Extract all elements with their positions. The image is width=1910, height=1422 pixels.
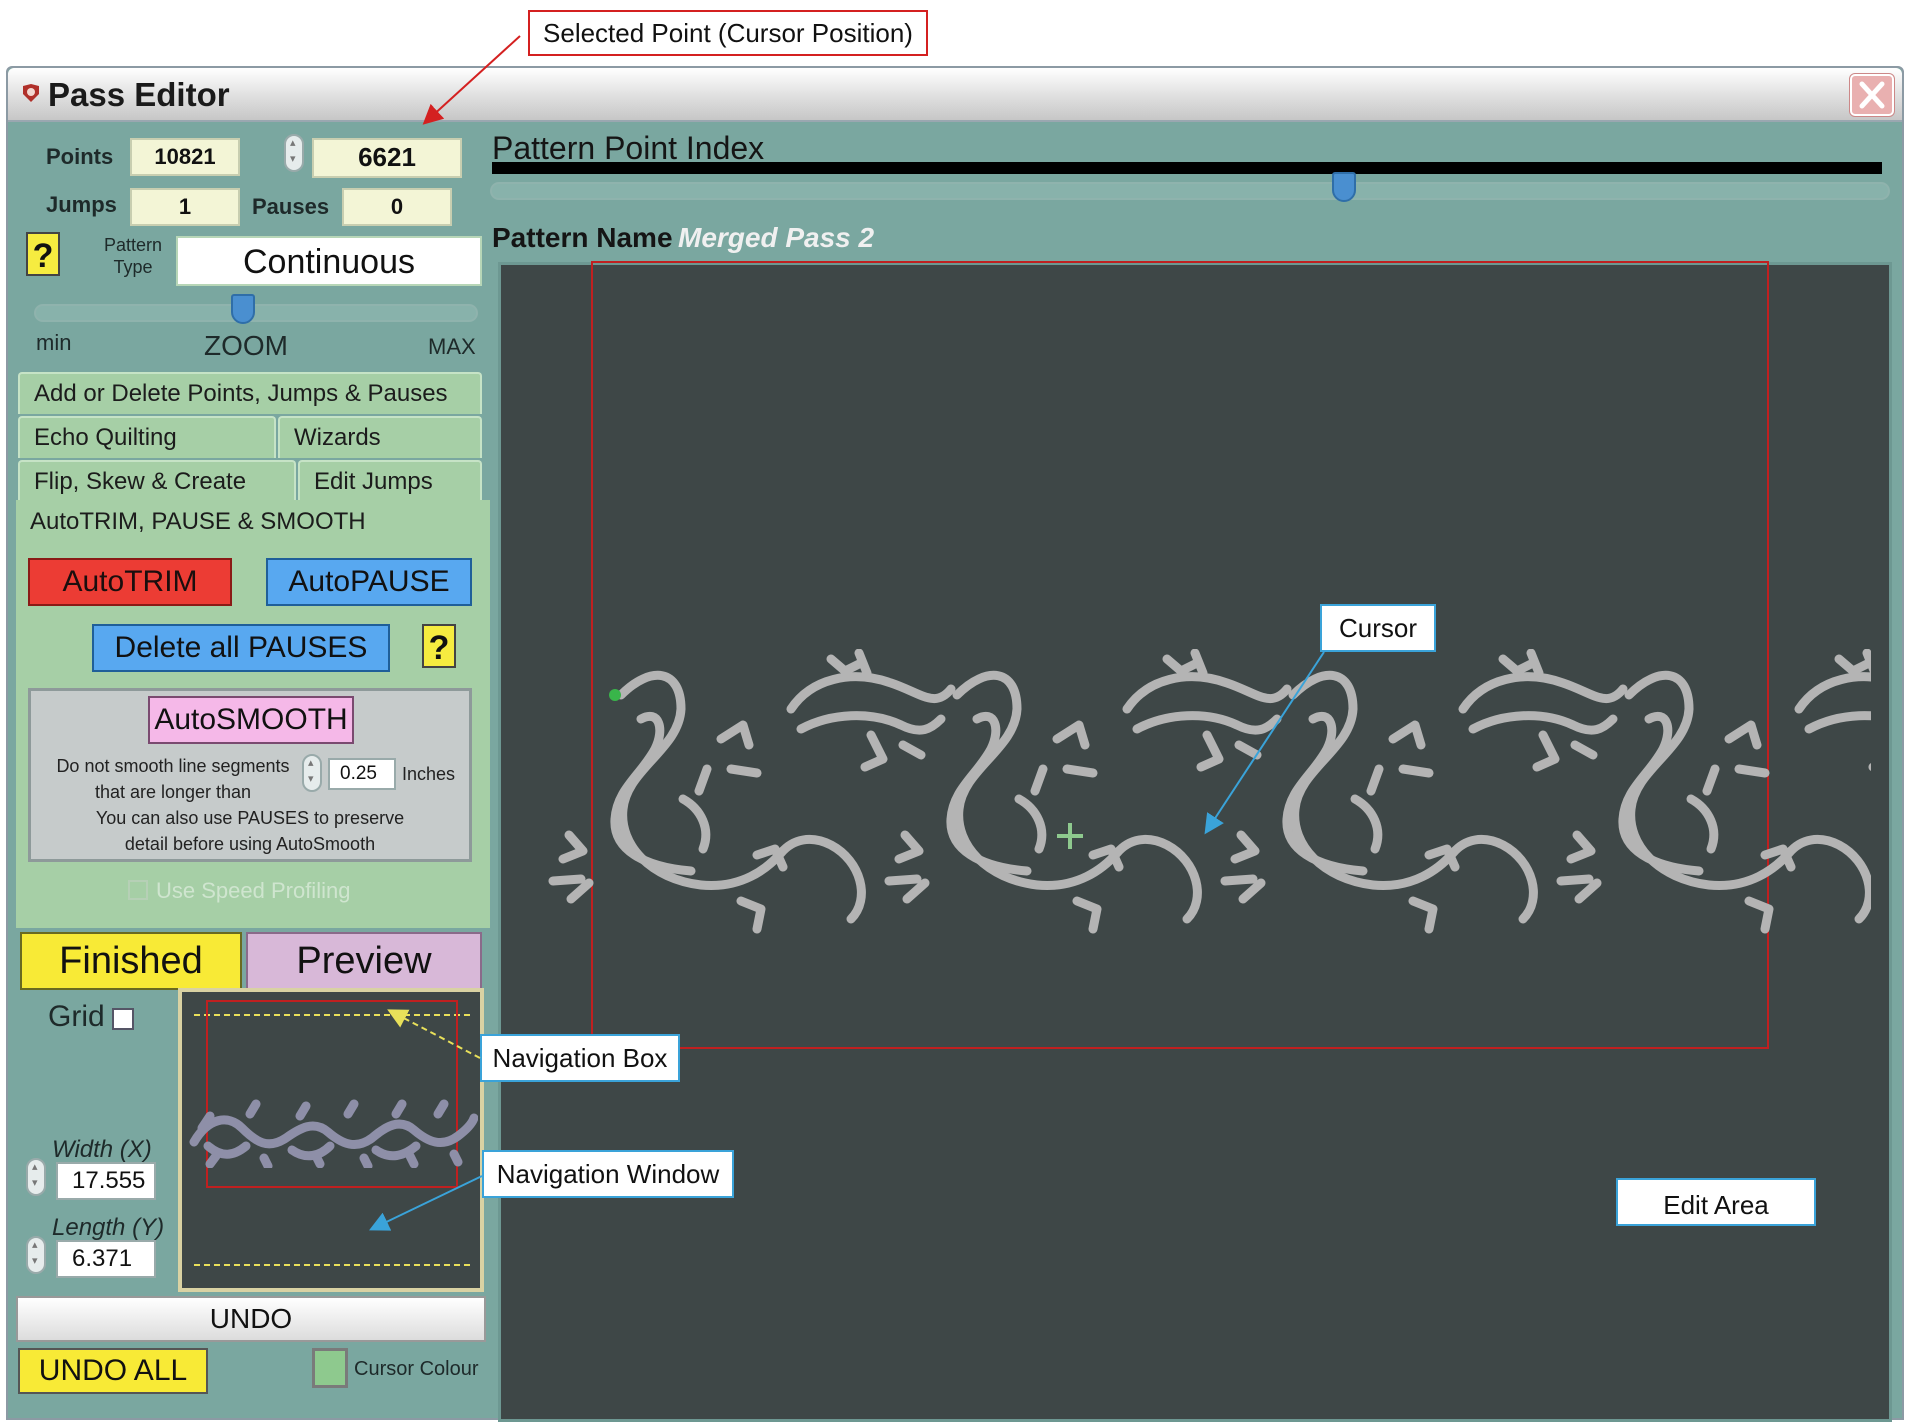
- delete-all-pauses-button[interactable]: Delete all PAUSES: [92, 624, 390, 672]
- tab-add-delete-points[interactable]: Add or Delete Points, Jumps & Pauses: [18, 372, 482, 414]
- selected-point-callout: Selected Point (Cursor Position): [528, 10, 928, 56]
- length-input[interactable]: 6.371: [56, 1240, 156, 1278]
- navigation-window[interactable]: [178, 988, 484, 1292]
- zoom-max-label: MAX: [428, 334, 476, 359]
- tab-wizards[interactable]: Wizards: [278, 416, 482, 458]
- autosmooth-button[interactable]: AutoSMOOTH: [148, 696, 354, 744]
- points-value: 10821: [130, 138, 240, 176]
- nav-pattern-thumbnail: [189, 1099, 478, 1168]
- pauses-label: Pauses: [252, 194, 330, 219]
- selected-point-field[interactable]: 6621: [312, 138, 462, 178]
- tab-autotrim-pause-smooth[interactable]: AutoTRIM, PAUSE & SMOOTH: [30, 508, 366, 536]
- pattern-name-value: Merged Pass 2: [678, 222, 875, 253]
- close-icon: [1859, 81, 1885, 109]
- pattern-type-value[interactable]: Continuous: [176, 236, 482, 286]
- autotrim-button[interactable]: AutoTRIM: [28, 558, 232, 606]
- jumps-label: Jumps: [46, 192, 117, 217]
- zoom-slider-thumb[interactable]: [230, 294, 255, 324]
- title-bar: Pass Editor: [8, 68, 1902, 122]
- cursor-crosshair-icon: [1057, 823, 1083, 849]
- preview-button[interactable]: Preview: [246, 932, 482, 990]
- window-title: Pass Editor: [48, 76, 230, 113]
- pattern-index-slider-track[interactable]: [490, 182, 1890, 200]
- length-spinner[interactable]: [26, 1236, 46, 1274]
- pattern-type-label: Pattern Type: [104, 234, 162, 278]
- smooth-text-line2: that are longer than: [94, 782, 252, 802]
- zoom-slider-track[interactable]: [34, 304, 478, 322]
- points-label: Points: [46, 144, 114, 169]
- pauses-value: 0: [342, 188, 452, 226]
- pattern-type-label-line1: Pattern: [104, 235, 163, 255]
- app-icon: [23, 84, 39, 102]
- pattern-index-bar: [492, 162, 1882, 174]
- undo-all-button[interactable]: UNDO ALL: [18, 1348, 208, 1394]
- pattern-type-label-line2: Type: [113, 257, 153, 277]
- pattern-index-slider-thumb[interactable]: [1332, 172, 1356, 202]
- speed-profiling-label: Use Speed Profiling: [156, 878, 351, 903]
- finished-button[interactable]: Finished: [20, 932, 242, 990]
- cursor-colour-swatch[interactable]: [312, 1348, 348, 1388]
- pattern-type-help-button[interactable]: ?: [26, 232, 60, 276]
- cursor-callout: Cursor: [1320, 604, 1436, 652]
- width-spinner[interactable]: [26, 1158, 46, 1196]
- zoom-min-label: min: [36, 330, 72, 355]
- length-label: Length (Y): [52, 1214, 165, 1241]
- edit-area[interactable]: [498, 261, 1892, 1422]
- zoom-label: ZOOM: [204, 330, 288, 361]
- cursor-colour-label: Cursor Colour: [354, 1358, 479, 1380]
- pauses-help-button[interactable]: ?: [422, 624, 456, 668]
- autopause-button[interactable]: AutoPAUSE: [266, 558, 472, 606]
- smooth-unit-label: Inches: [402, 764, 456, 784]
- tab-edit-jumps[interactable]: Edit Jumps: [298, 460, 482, 502]
- navigation-box-bottom[interactable]: [194, 1264, 470, 1266]
- smooth-text-line1: Do not smooth line segments: [56, 756, 290, 776]
- undo-button[interactable]: UNDO: [16, 1296, 486, 1342]
- edit-area-callout: Edit Area: [1616, 1178, 1816, 1226]
- smooth-text-line3: You can also use PAUSES to preserve: [95, 808, 405, 828]
- tab-flip-skew-create[interactable]: Flip, Skew & Create: [18, 460, 296, 502]
- smooth-text-line4: detail before using AutoSmooth: [124, 834, 376, 854]
- smooth-length-input[interactable]: 0.25: [328, 758, 396, 790]
- smooth-length-spinner[interactable]: [302, 754, 322, 792]
- pattern-name-label: Pattern Name: [492, 222, 673, 253]
- speed-profiling-checkbox[interactable]: [128, 880, 148, 900]
- selected-point-spinner[interactable]: [284, 134, 304, 172]
- close-button[interactable]: [1850, 74, 1894, 116]
- gecko-pattern: [531, 649, 1871, 939]
- navigation-box-callout: Navigation Box: [480, 1034, 680, 1082]
- start-point-marker: [609, 689, 621, 701]
- navigation-window-callout: Navigation Window: [482, 1150, 734, 1198]
- width-label: Width (X): [52, 1136, 152, 1163]
- width-input[interactable]: 17.555: [56, 1162, 156, 1200]
- grid-label: Grid: [48, 1000, 105, 1033]
- jumps-value: 1: [130, 188, 240, 226]
- grid-checkbox[interactable]: [112, 1008, 134, 1030]
- tab-echo-quilting[interactable]: Echo Quilting: [18, 416, 276, 458]
